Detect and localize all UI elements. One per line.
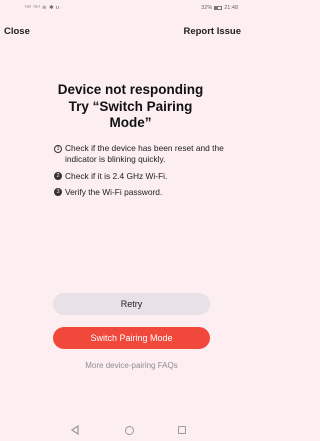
status-signal-icons: ᵗᵃᶦˡ ᵗᵃᶦˡ ≋ ✱ ʊ — [25, 5, 59, 11]
title-line-3: Mode” — [109, 115, 152, 130]
pairing-faq-link[interactable]: More device-pairing FAQs — [53, 361, 210, 370]
checklist-item: 1 Check if the device has been reset and… — [54, 143, 229, 166]
top-header: Close Report Issue — [0, 26, 241, 42]
battery-percent: 32% — [201, 5, 213, 11]
back-triangle-icon[interactable] — [70, 425, 80, 435]
troubleshoot-checklist: 1 Check if the device has been reset and… — [54, 143, 229, 203]
checklist-item-text: Check if it is 2.4 GHz Wi-Fi. — [65, 170, 168, 181]
recent-square-icon[interactable] — [178, 426, 186, 434]
number-2-icon: 2 — [54, 172, 62, 181]
switch-pairing-mode-button[interactable]: Switch Pairing Mode — [53, 327, 210, 349]
status-bar: ᵗᵃᶦˡ ᵗᵃᶦˡ ≋ ✱ ʊ 32% 21:48 — [0, 0, 241, 16]
pairing-error-screen: ᵗᵃᶦˡ ᵗᵃᶦˡ ≋ ✱ ʊ 32% 21:48 Close Report I… — [0, 0, 241, 441]
battery-icon — [214, 6, 223, 10]
home-circle-icon[interactable] — [125, 426, 134, 435]
status-right: 32% 21:48 — [201, 5, 238, 11]
checklist-item: 3 Verify the Wi-Fi password. — [54, 187, 229, 198]
number-3-icon: 3 — [54, 188, 62, 197]
system-nav-bar — [0, 421, 241, 441]
retry-button[interactable]: Retry — [53, 293, 210, 315]
report-issue-button[interactable]: Report Issue — [183, 26, 241, 37]
title-line-1: Device not responding — [57, 82, 204, 97]
checklist-item-text: Verify the Wi-Fi password. — [65, 186, 163, 197]
checklist-item-text: Check if the device has been reset and t… — [65, 143, 224, 165]
notification-icon: ʊ — [55, 5, 60, 11]
wifi-icon: ≋ — [42, 5, 49, 11]
title-line-2: Try “Switch Pairing — [68, 98, 193, 114]
status-time: 21:48 — [224, 5, 238, 11]
number-1-icon: 1 — [54, 144, 62, 153]
checklist-item: 2 Check if it is 2.4 GHz Wi-Fi. — [54, 171, 229, 182]
page-title: Device not responding Try “Switch Pairin… — [20, 82, 241, 132]
bluetooth-icon: ✱ — [48, 5, 56, 11]
close-button[interactable]: Close — [4, 26, 30, 37]
signal-icon: ᵗᵃᶦˡ ᵗᵃᶦˡ — [25, 5, 41, 11]
